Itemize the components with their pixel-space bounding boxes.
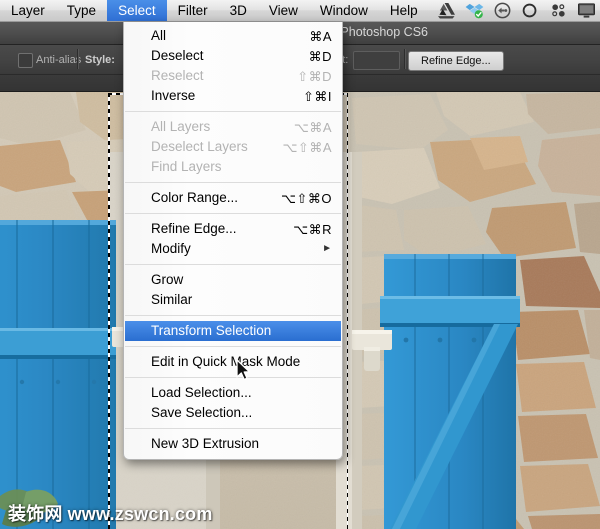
menu-item-label: Load Selection...	[151, 385, 252, 401]
app-title: e Photoshop CS6	[330, 25, 428, 39]
menubar-status-icons	[437, 0, 600, 21]
anti-alias-label: Anti-alias	[36, 54, 82, 66]
watermark-url: www.zswcn.com	[67, 504, 213, 524]
menu-item-label: New 3D Extrusion	[151, 436, 260, 452]
menu-item-label: Deselect Layers	[151, 139, 248, 155]
menu-item-label: Modify	[151, 241, 191, 257]
menu-item-all[interactable]: All ⌘A	[124, 26, 342, 46]
menubar-item-layer[interactable]: Layer	[0, 0, 56, 21]
menu-item-label: Similar	[151, 292, 193, 308]
style-label: Style:	[85, 54, 115, 66]
photoshop-screenshot: e Photoshop CS6 Anti-alias Style: ght: R…	[0, 0, 600, 529]
mac-menu-bar: Layer Type Select Filter 3D View Window …	[0, 0, 600, 22]
menu-item-label: Find Layers	[151, 159, 222, 175]
menu-item-grow[interactable]: Grow	[124, 270, 342, 290]
menubar-item-3d[interactable]: 3D	[219, 0, 258, 21]
menu-item-find-layers: Find Layers	[124, 157, 342, 177]
menubar-item-view[interactable]: View	[258, 0, 309, 21]
menu-separator	[125, 264, 341, 265]
bluetooth-dots-icon[interactable]	[549, 2, 568, 19]
refine-edge-button[interactable]: Refine Edge...	[408, 51, 504, 71]
menu-item-refine-edge[interactable]: Refine Edge... ⌥⌘R	[124, 219, 342, 239]
menu-item-deselect-layers: Deselect Layers ⌥⇧⌘A	[124, 137, 342, 157]
menu-item-inverse[interactable]: Inverse ⇧⌘I	[124, 86, 342, 106]
menu-item-label: Inverse	[151, 88, 196, 104]
menu-separator	[125, 377, 341, 378]
menu-item-label: Refine Edge...	[151, 221, 237, 237]
menubar-item-window[interactable]: Window	[309, 0, 379, 21]
menu-item-label: Color Range...	[151, 190, 239, 206]
menu-item-load-selection[interactable]: Load Selection...	[124, 383, 342, 403]
menu-separator	[125, 213, 341, 214]
menu-item-shortcut: ⌥⇧⌘O	[281, 190, 332, 206]
menu-item-all-layers: All Layers ⌥⌘A	[124, 117, 342, 137]
menu-item-shortcut: ⌥⌘A	[293, 119, 332, 135]
display-icon[interactable]	[577, 2, 596, 19]
options-divider-2	[404, 49, 406, 69]
menu-item-shortcut: ⇧⌘D	[297, 68, 332, 84]
menu-item-shortcut: ⇧⌘I	[302, 88, 332, 104]
options-divider	[77, 49, 79, 69]
menu-item-label: All Layers	[151, 119, 211, 135]
menu-item-label: Transform Selection	[151, 323, 272, 339]
menu-separator	[125, 315, 341, 316]
menubar-item-type[interactable]: Type	[56, 0, 107, 21]
menu-item-new-3d-extrusion[interactable]: New 3D Extrusion	[124, 434, 342, 454]
menu-item-label: Save Selection...	[151, 405, 253, 421]
menu-item-modify[interactable]: Modify ►	[124, 239, 342, 259]
adobe-creative-cloud-icon[interactable]	[521, 2, 540, 19]
select-dropdown-menu[interactable]: All ⌘A Deselect ⌘D Reselect ⇧⌘D Inverse …	[123, 22, 343, 460]
menu-item-label: Edit in Quick Mask Mode	[151, 354, 301, 370]
menu-separator	[125, 182, 341, 183]
menubar-item-filter[interactable]: Filter	[167, 0, 219, 21]
menu-item-deselect[interactable]: Deselect ⌘D	[124, 46, 342, 66]
menu-item-label: Grow	[151, 272, 184, 288]
menubar-item-select[interactable]: Select	[107, 0, 167, 21]
watermark: 装饰网 www.zswcn.com	[8, 500, 213, 526]
google-drive-icon[interactable]	[437, 2, 456, 19]
menu-item-label: Deselect	[151, 48, 204, 64]
anti-alias-checkbox[interactable]	[18, 53, 33, 68]
menu-item-edit-in-quick-mask-mode[interactable]: Edit in Quick Mask Mode	[124, 352, 342, 372]
menu-item-shortcut: ⌘A	[309, 28, 332, 44]
menu-item-label: All	[151, 28, 167, 44]
menu-item-transform-selection[interactable]: Transform Selection	[125, 321, 341, 341]
height-input[interactable]	[353, 51, 400, 70]
menu-item-shortcut: ⌥⇧⌘A	[282, 139, 332, 155]
dropbox-icon[interactable]	[465, 2, 484, 19]
menu-item-label: Reselect	[151, 68, 204, 84]
watermark-cn: 装饰网	[8, 504, 63, 524]
menu-separator	[125, 428, 341, 429]
menu-separator	[125, 346, 341, 347]
menu-item-shortcut: ⌥⌘R	[293, 221, 332, 237]
menu-item-shortcut: ⌘D	[308, 48, 332, 64]
chevron-right-icon: ►	[322, 243, 332, 254]
menu-item-save-selection[interactable]: Save Selection...	[124, 403, 342, 423]
menu-item-color-range[interactable]: Color Range... ⌥⇧⌘O	[124, 188, 342, 208]
menubar-item-help[interactable]: Help	[379, 0, 429, 21]
menu-item-reselect: Reselect ⇧⌘D	[124, 66, 342, 86]
menu-separator	[125, 111, 341, 112]
menu-item-similar[interactable]: Similar	[124, 290, 342, 310]
teamviewer-icon[interactable]	[493, 2, 512, 19]
